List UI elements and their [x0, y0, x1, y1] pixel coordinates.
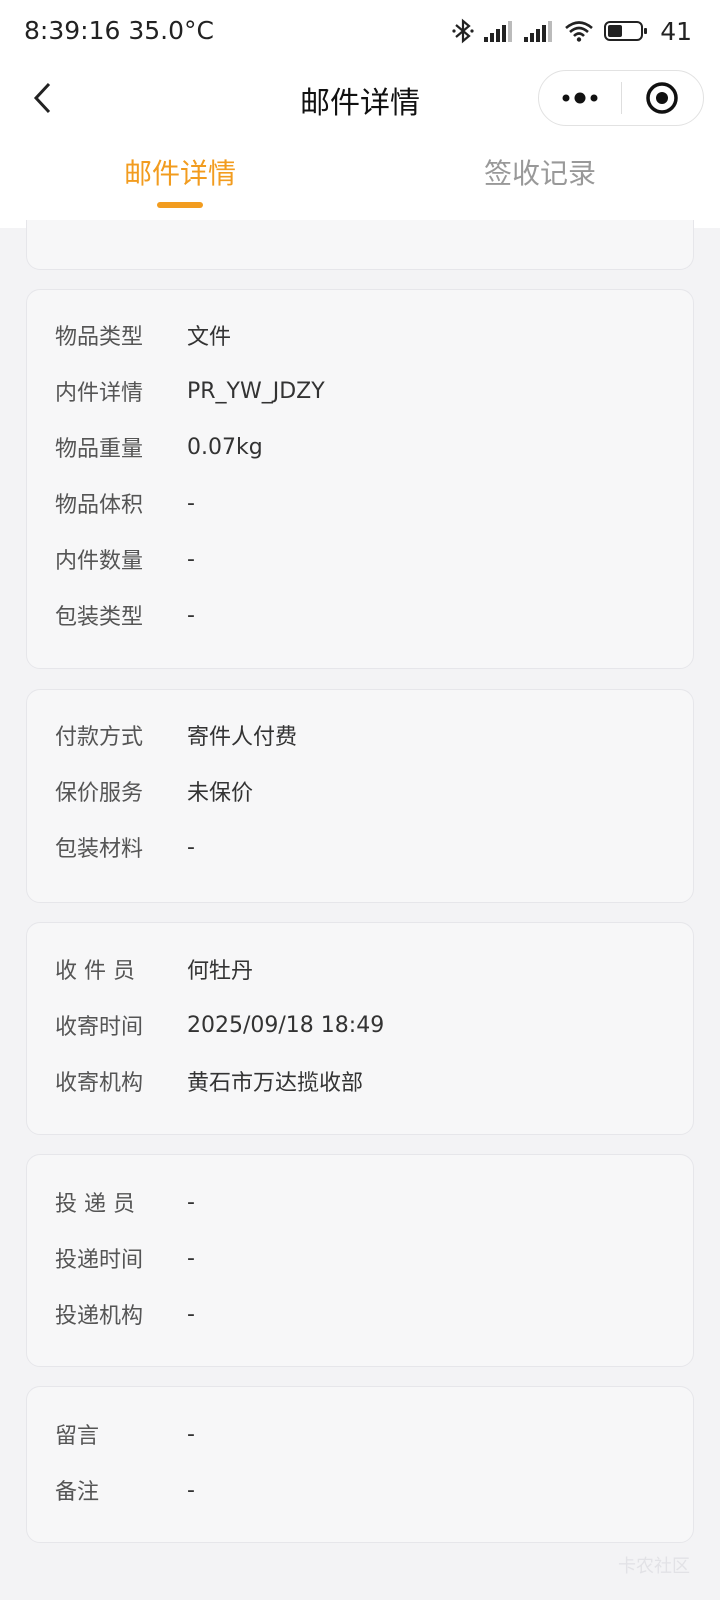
row-label: 保价服务 [55, 781, 144, 806]
mini-program-capsule [538, 70, 704, 126]
row-label: 收寄机构 [55, 1071, 144, 1096]
header: 8:39:16 35.0°C 41 邮件详情 邮件详情 签收记录 [0, 0, 720, 228]
status-time: 8:39:16 35.0°C [24, 16, 214, 45]
more-button[interactable] [539, 71, 621, 125]
battery-icon [604, 21, 648, 41]
row-value: - [187, 602, 195, 628]
status-icons: 41 [452, 16, 692, 46]
row-label: 投 递 员 [55, 1192, 135, 1217]
clock-time: 8:39:16 [24, 16, 121, 45]
info-row: 物品类型 文件 [55, 315, 231, 355]
row-value: 未保价 [187, 781, 254, 806]
status-bar: 8:39:16 35.0°C 41 [0, 0, 720, 64]
target-icon [646, 82, 678, 114]
row-value: 0.07kg [187, 434, 263, 460]
row-value: - [187, 490, 195, 516]
row-label: 包装类型 [55, 605, 144, 630]
info-row: 内件详情 PR_YW_JDZY [55, 371, 325, 411]
row-value: - [187, 1245, 195, 1271]
row-label: 收寄时间 [55, 1015, 144, 1040]
chevron-left-icon [33, 82, 51, 114]
row-value: - [187, 546, 195, 572]
row-value: 2025/09/18 18:49 [187, 1012, 385, 1038]
row-value: - [187, 1301, 195, 1327]
row-label: 物品类型 [55, 325, 144, 350]
navigation-bar: 邮件详情 [0, 64, 720, 134]
info-row: 投 递 员- [55, 1182, 195, 1222]
tab-mail-details[interactable]: 邮件详情 [60, 152, 300, 192]
info-row: 保价服务 未保价 [55, 771, 253, 811]
battery-level: 41 [660, 16, 692, 46]
row-value: 黄石市万达揽收部 [187, 1071, 364, 1096]
row-label: 收 件 员 [55, 959, 135, 984]
notes-info-card: 留言 - 备注 - [26, 1386, 694, 1543]
row-value: - [187, 1477, 195, 1503]
row-label: 备注 [55, 1480, 100, 1505]
bluetooth-icon [452, 18, 474, 44]
back-button[interactable] [18, 74, 66, 122]
pickup-info-card: 收 件 员 何牡丹 收寄时间 2025/09/18 18:49 收寄机构 黄石市万达揽… [26, 922, 694, 1135]
row-value: - [187, 834, 195, 860]
close-button[interactable] [622, 71, 704, 125]
info-row: 投递机构 - [55, 1294, 195, 1334]
info-row: 物品体积 - [55, 483, 195, 523]
row-label: 物品体积 [55, 493, 144, 518]
signal-icon [524, 21, 553, 42]
row-label: 投递机构 [55, 1304, 144, 1329]
payment-info-card: 付款方式 寄件人付费 保价服务 未保价 包装材料 - [26, 689, 694, 903]
row-value: 何牡丹 [187, 959, 254, 984]
signal-icon [484, 21, 513, 42]
info-card-partial [26, 220, 694, 270]
temperature: 35.0°C [128, 16, 214, 45]
info-row: 投递时间 - [55, 1238, 195, 1278]
row-label: 包装材料 [55, 837, 144, 862]
info-row: 收寄时间 2025/09/18 18:49 [55, 1005, 384, 1045]
row-label: 付款方式 [55, 725, 144, 750]
row-value: 文件 [187, 325, 232, 350]
item-info-card: 物品类型 文件 内件详情 PR_YW_JDZY 物品重量 0.07kg 物品体积 - 内… [26, 289, 694, 669]
more-dots-icon [562, 92, 598, 104]
row-value: 寄件人付费 [187, 725, 298, 750]
row-label: 物品重量 [55, 437, 144, 462]
info-row: 付款方式 寄件人付费 [55, 715, 297, 755]
wifi-icon [565, 21, 594, 42]
info-row: 包装类型 - [55, 595, 195, 635]
info-row: 备注 - [55, 1470, 195, 1510]
tab-bar: 邮件详情 签收记录 [0, 152, 720, 212]
info-row: 物品重量 0.07kg [55, 427, 263, 467]
row-label: 投递时间 [55, 1248, 144, 1273]
row-label: 内件详情 [55, 381, 144, 406]
info-row: 收 件 员 何牡丹 [55, 949, 253, 989]
info-row: 留言 - [55, 1414, 195, 1454]
tab-sign-records[interactable]: 签收记录 [420, 152, 660, 192]
row-label: 留言 [55, 1424, 100, 1449]
active-tab-indicator [157, 202, 203, 208]
info-row: 包装材料 - [55, 827, 195, 867]
info-row: 内件数量 - [55, 539, 195, 579]
row-value: - [187, 1421, 195, 1447]
watermark: 卡农社区 [618, 1556, 690, 1577]
info-row: 收寄机构 黄石市万达揽收部 [55, 1061, 363, 1101]
delivery-info-card: 投 递 员 - 投递时间 - 投递机构 - [26, 1154, 694, 1367]
row-value: - [187, 1189, 195, 1215]
row-label: 内件数量 [55, 549, 144, 574]
row-value: PR_YW_JDZY [187, 378, 325, 404]
